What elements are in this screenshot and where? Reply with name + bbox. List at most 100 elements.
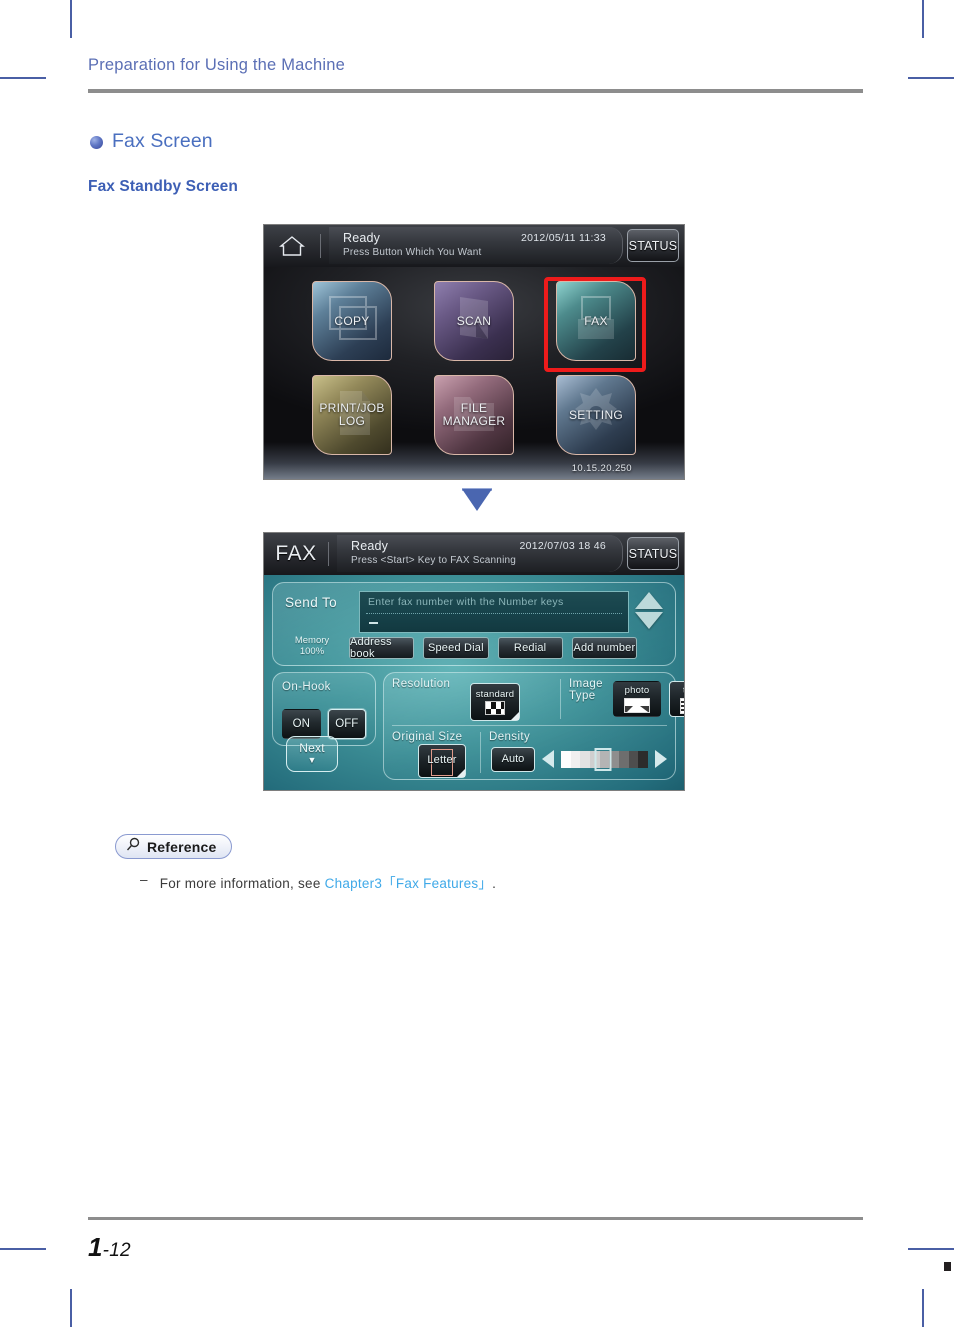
density-step-8: [628, 750, 639, 768]
tile-print-job-log[interactable]: PRINT/JOB LOG: [312, 375, 392, 455]
image-type-photo-button[interactable]: photo: [613, 681, 661, 717]
scroll-up-icon[interactable]: [635, 592, 663, 609]
home-instruction-text: Press Button Which You Want: [343, 247, 482, 258]
send-to-input[interactable]: Enter fax number with the Number keys: [359, 591, 629, 633]
density-step-9: [638, 750, 649, 768]
home-datetime: 2012/05/11 11:33: [521, 232, 606, 244]
fax-screen-body: Send To Enter fax number with the Number…: [264, 575, 684, 790]
ip-address: 10.15.20.250: [571, 463, 632, 474]
on-hook-buttons: ON OFF: [282, 709, 366, 739]
fax-standby-screenshot: FAX Ready Press <Start> Key to FAX Scann…: [263, 532, 685, 791]
next-button-label: Next: [299, 740, 325, 755]
crop-mark-bottom-left-vertical: [70, 1289, 72, 1327]
send-to-placeholder: Enter fax number with the Number keys: [368, 596, 564, 608]
header-divider: [320, 234, 321, 258]
section-heading-label: Fax Screen: [112, 130, 213, 152]
home-screen-header: Ready Press Button Which You Want 2012/0…: [264, 225, 684, 267]
original-size-label: Original Size: [392, 730, 463, 743]
fax-options-bottom-row: Original Size Letter Density Auto: [384, 726, 675, 779]
density-cell: Density Auto: [481, 726, 675, 779]
fax-instruction-text: Press <Start> Key to FAX Scanning: [351, 555, 517, 566]
tile-file-label-line2: MANAGER: [442, 414, 506, 428]
density-label: Density: [489, 730, 531, 743]
density-decrease-icon[interactable]: [542, 750, 554, 769]
reference-sentence: For more information, see Chapter3「Fax F…: [160, 872, 496, 892]
magnifier-icon: [126, 837, 141, 857]
tile-print-label-line2: LOG: [338, 414, 366, 428]
fax-options-top-row: Resolution standard Image Type photo: [384, 673, 684, 725]
tile-file-label-line1: FILE: [460, 401, 488, 415]
speed-dial-button[interactable]: Speed Dial: [423, 637, 489, 659]
memory-value: 100%: [299, 646, 325, 657]
tile-copy-label: COPY: [334, 313, 370, 328]
tile-scan[interactable]: SCAN: [434, 281, 514, 361]
send-to-separator: [366, 613, 622, 614]
redial-button[interactable]: Redial: [497, 637, 563, 659]
next-button[interactable]: Next ▼: [286, 736, 338, 772]
on-hook-label: On-Hook: [282, 681, 331, 693]
tile-setting[interactable]: SETTING: [556, 375, 636, 455]
home-status-button[interactable]: STATUS: [627, 229, 679, 262]
footer-rule: [88, 1217, 863, 1220]
fax-screen-header: FAX Ready Press <Start> Key to FAX Scann…: [264, 533, 684, 575]
reference-bullet: –: [140, 872, 148, 887]
running-head: Preparation for Using the Machine: [88, 56, 345, 74]
memory-indicator: Memory 100%: [283, 635, 341, 657]
fax-options-panel: Resolution standard Image Type photo Ori…: [383, 672, 684, 780]
crop-mark-bottom-right-horizontal: [908, 1248, 954, 1250]
subsection-heading: Fax Standby Screen: [88, 178, 238, 195]
density-increase-icon[interactable]: [655, 750, 667, 769]
dogear-icon-2: [457, 768, 465, 777]
fax-settings-row: On-Hook ON OFF Next ▼ Resolution standar…: [272, 672, 684, 780]
memory-label: Memory: [294, 635, 330, 646]
reference-link[interactable]: Chapter3「Fax Features」: [325, 876, 493, 891]
crop-mark-top-left-horizontal: [0, 77, 46, 79]
reference-badge-label: Reference: [147, 838, 217, 855]
reference-text-before: For more information, see: [159, 876, 321, 891]
image-type-photo-label: photo: [624, 685, 650, 696]
page-number-page: -12: [102, 1240, 131, 1261]
home-icon[interactable]: [264, 225, 320, 267]
fax-header-divider: [328, 542, 329, 566]
add-number-button[interactable]: Add number: [571, 637, 637, 659]
tile-copy[interactable]: COPY: [312, 281, 392, 361]
original-size-button[interactable]: Letter: [418, 743, 466, 778]
resolution-value: standard: [475, 689, 515, 700]
density-slider-thumb[interactable]: [594, 747, 612, 771]
address-book-button[interactable]: Address book: [349, 636, 415, 660]
reference-text-line: – For more information, see Chapter3「Fax…: [140, 872, 496, 892]
on-hook-on-button[interactable]: ON: [282, 709, 321, 739]
on-hook-off-button[interactable]: OFF: [327, 709, 366, 739]
fax-status-area: Ready Press <Start> Key to FAX Scanning …: [337, 535, 623, 572]
image-type-label-line2: Type: [569, 690, 596, 702]
send-to-label: Send To: [285, 595, 338, 610]
on-hook-group: On-Hook ON OFF: [272, 672, 376, 746]
image-type-text-button[interactable]: text: [669, 681, 684, 717]
tile-scan-label: SCAN: [456, 313, 492, 328]
fax-tile-highlight-box: [544, 277, 646, 372]
dogear-icon: [511, 712, 519, 720]
registration-mark: [944, 1262, 951, 1271]
image-type-label-line1: Image: [569, 678, 603, 690]
section-heading: Fax Screen: [90, 130, 213, 153]
density-step-7: [619, 750, 629, 768]
reference-text-after: .: [492, 876, 497, 891]
send-to-scroll-controls: [635, 591, 665, 629]
photo-icon: [624, 698, 650, 713]
density-auto-button[interactable]: Auto: [491, 746, 535, 772]
tile-file-manager[interactable]: FILE MANAGER: [434, 375, 514, 455]
tile-setting-label: SETTING: [568, 407, 624, 422]
density-controls: Auto: [489, 746, 667, 772]
fax-datetime: 2012/07/03 18 46: [519, 540, 606, 552]
fax-status-button[interactable]: STATUS: [627, 537, 679, 570]
resolution-standard-button[interactable]: standard: [470, 683, 520, 721]
tile-file-manager-label: FILE MANAGER: [443, 402, 506, 428]
original-size-cell: Original Size Letter: [384, 726, 480, 779]
crop-mark-top-right-horizontal: [908, 77, 954, 79]
send-to-row: Send To Enter fax number with the Number…: [285, 591, 665, 633]
image-type-text-label: text: [683, 685, 684, 696]
scroll-down-icon[interactable]: [635, 612, 663, 629]
text-lines-icon: [680, 697, 684, 714]
density-slider[interactable]: [561, 747, 649, 771]
bullet-sphere-icon: [90, 136, 103, 149]
